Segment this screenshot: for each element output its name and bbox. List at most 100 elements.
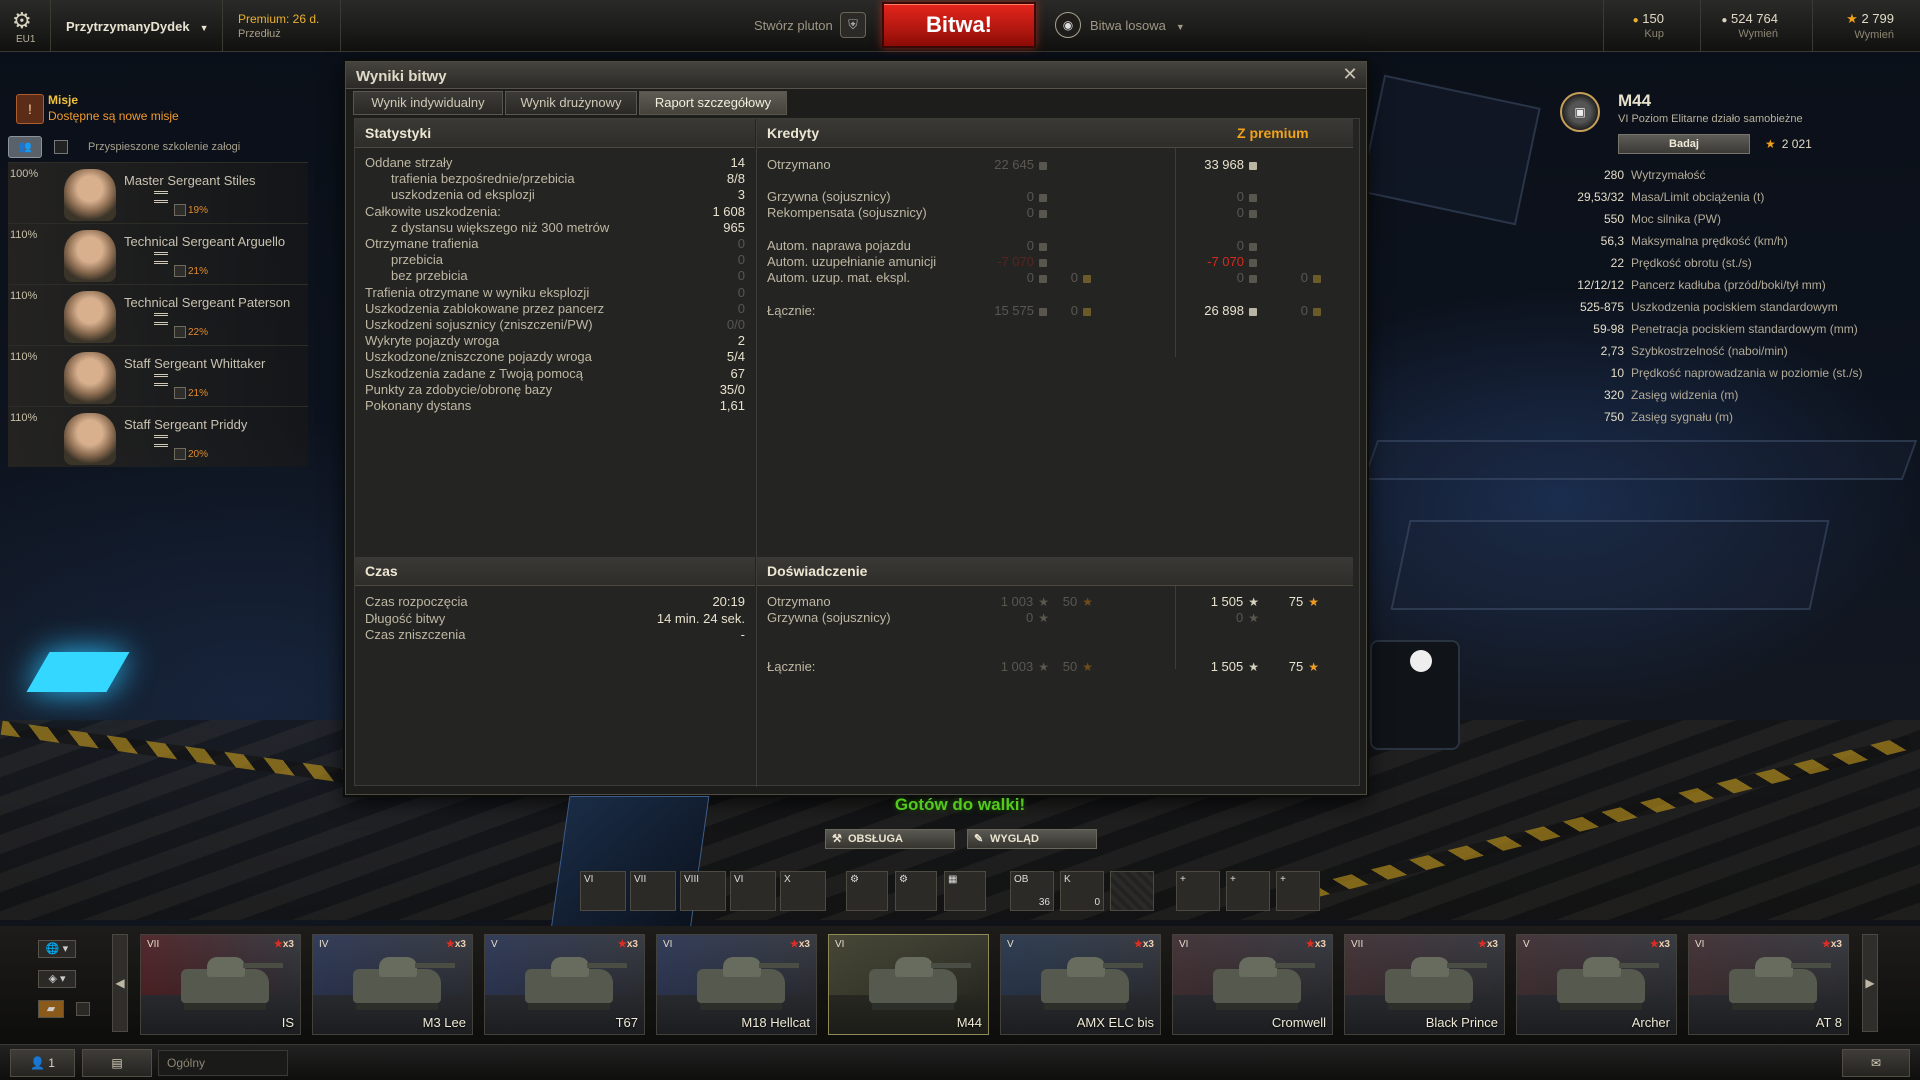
time-row-label: Czas rozpoczęcia — [365, 594, 468, 609]
credits-icon — [1249, 209, 1257, 218]
platoon-icon[interactable]: ⛨ — [840, 12, 866, 38]
equipment-slot[interactable]: ⚙ — [895, 871, 937, 911]
stat-row-label: Punkty za zdobycie/obronę bazy — [365, 381, 553, 397]
stat-row-value: 5/4 — [726, 349, 745, 365]
module-slot[interactable]: VII — [630, 871, 676, 911]
crew-member[interactable]: 100% Master Sergeant Stiles 19% — [8, 162, 308, 223]
appearance-button[interactable]: ✎ WYGLĄD — [967, 829, 1097, 849]
player-name-dropdown[interactable]: PrzytrzymanyDydek ▼ — [66, 19, 208, 34]
module-slot[interactable]: X — [780, 871, 826, 911]
tank-card[interactable]: IV ★x3 M3 Lee — [312, 934, 473, 1035]
credits-exchange-label: Wymień — [1738, 28, 1778, 40]
tank-card[interactable]: V ★x3 Archer — [1516, 934, 1677, 1035]
multiplier-star-icon: ★ — [1649, 939, 1659, 950]
module-slot[interactable]: VIII — [680, 871, 726, 911]
battle-button[interactable]: Bitwa! — [882, 2, 1036, 48]
tank-card[interactable]: V ★x3 AMX ELC bis — [1000, 934, 1161, 1035]
nation-filter-dropdown[interactable]: 🌐 ▾ — [38, 940, 76, 958]
filter-checkbox[interactable] — [76, 1002, 90, 1016]
crew-group-icon[interactable]: 👥 — [8, 136, 42, 158]
free-xp-star-icon: ★ — [1846, 11, 1858, 26]
tab-detailed-report[interactable]: Raport szczegółowy — [639, 91, 787, 115]
ammo-slot-empty[interactable] — [1110, 871, 1154, 911]
module-slot[interactable]: VI — [580, 871, 626, 911]
bonus-icon — [1313, 274, 1321, 283]
credit-base-value: 0 — [957, 205, 1047, 220]
skill-icon — [174, 204, 186, 216]
tank-name: Black Prince — [1425, 1015, 1498, 1030]
consumable-slot[interactable]: + — [1276, 871, 1320, 911]
bonus-icon — [1083, 274, 1091, 283]
consumable-slot[interactable]: + — [1226, 871, 1270, 911]
tab-individual[interactable]: Wynik indywidualny — [353, 91, 503, 115]
stat-row-label: Uszkodzenia zadane z Twoją pomocą — [365, 365, 583, 381]
service-button[interactable]: ⚒ OBSŁUGA — [825, 829, 955, 849]
stat-row-label: z dystansu większego niż 300 metrów — [391, 219, 610, 235]
ammo-slot-he[interactable]: OB 36 — [1010, 871, 1054, 911]
research-button[interactable]: Badaj — [1618, 134, 1750, 154]
type-filter-dropdown[interactable]: ◈ ▾ — [38, 970, 76, 988]
friends-button[interactable]: 👤 1 — [10, 1049, 75, 1077]
close-icon[interactable]: ✕ — [1340, 64, 1360, 84]
credits-balance[interactable]: ● 524 764 Wymień — [1708, 11, 1778, 40]
vehicle-name: M44 — [1618, 91, 1652, 110]
battle-mode-icon[interactable]: ◉ — [1055, 12, 1081, 38]
tank-card[interactable]: VI ★x3 M18 Hellcat — [656, 934, 817, 1035]
credits-icon — [1249, 193, 1257, 202]
experience-row-label: Łącznie: — [767, 659, 816, 674]
premium-filter-icon[interactable]: ▰ — [38, 1000, 64, 1018]
crew-member[interactable]: 110% Staff Sergeant Whittaker 21% — [8, 345, 308, 406]
credits-icon — [1249, 274, 1257, 283]
chat-button[interactable]: ▤ — [82, 1049, 152, 1077]
tank-card[interactable]: VI ★x3 Cromwell — [1172, 934, 1333, 1035]
chevron-down-icon: ▼ — [1175, 22, 1185, 32]
credits-icon — [1249, 242, 1257, 251]
tank-card[interactable]: VI M44 — [828, 934, 989, 1035]
tank-gun — [415, 963, 455, 968]
credits-icon — [1039, 209, 1047, 218]
equipment-slot[interactable]: ▦ — [944, 871, 986, 911]
free-xp-balance[interactable]: ★ 2 799 Wymień — [1822, 11, 1894, 41]
carousel-left-arrow[interactable]: ◀ — [112, 934, 128, 1032]
consumable-slot[interactable]: + — [1176, 871, 1220, 911]
tank-card[interactable]: V ★x3 T67 — [484, 934, 645, 1035]
premium-extend-link[interactable]: Przedłuż — [238, 28, 281, 40]
equipment-slot[interactable]: ⚙ — [846, 871, 888, 911]
notifications-button[interactable]: ✉ — [1842, 1049, 1910, 1077]
bonus-icon — [1083, 307, 1091, 316]
credit-bonus-value: 0 — [1047, 303, 1091, 318]
carousel-right-arrow[interactable]: ▶ — [1862, 934, 1878, 1032]
crew-member[interactable]: 110% Staff Sergeant Priddy 20% — [8, 406, 308, 467]
stat-value: 59-98 — [1593, 322, 1624, 336]
stat-label: Prędkość naprowadzania w poziomie (st./s… — [1631, 366, 1863, 380]
settings-gear-icon[interactable]: ⚙ — [12, 8, 32, 34]
tank-card[interactable]: VII ★x3 Black Prince — [1344, 934, 1505, 1035]
stat-label: Uszkodzenia pociskiem standardowym — [1631, 300, 1838, 314]
stat-row-value: 2 — [737, 333, 745, 349]
battle-mode-dropdown[interactable]: Bitwa losowa ▼ — [1090, 18, 1185, 33]
credits-icon — [1249, 258, 1257, 267]
tank-card[interactable]: VI ★x3 AT 8 — [1688, 934, 1849, 1035]
tank-turret — [1067, 957, 1105, 977]
multiplier-star-icon: ★ — [789, 939, 799, 950]
crew-member[interactable]: 110% Technical Sergeant Paterson 22% — [8, 284, 308, 345]
server-label: EU1 — [16, 34, 36, 45]
credits-icon — [1039, 242, 1047, 251]
credit-base-value: 0 — [957, 238, 1047, 253]
create-platoon-button[interactable]: Stwórz pluton — [754, 18, 833, 33]
tank-name: M44 — [956, 1015, 982, 1030]
window-header[interactable]: Wyniki bitwy ✕ — [346, 62, 1366, 89]
tank-tier: VI — [663, 939, 673, 950]
vehicle-stat-row: 59-98 Penetracja pociskiem standardowym (… — [1558, 322, 1918, 344]
gold-balance[interactable]: ● 150 Kup — [1614, 11, 1664, 40]
chat-channel-input[interactable]: Ogólny — [158, 1050, 288, 1076]
module-slot[interactable]: VI — [730, 871, 776, 911]
stat-value: 29,53/32 — [1577, 190, 1624, 204]
accelerated-training-checkbox[interactable] — [54, 140, 68, 154]
crew-member[interactable]: 110% Technical Sergeant Arguello 21% — [8, 223, 308, 284]
free-xp-base-value: 50 ★ — [1062, 659, 1093, 674]
tank-card[interactable]: VII ★x3 IS — [140, 934, 301, 1035]
missions-widget[interactable]: ! Misje Dostępne są nowe misje — [10, 90, 310, 130]
ammo-slot-k[interactable]: K0 — [1060, 871, 1104, 911]
tab-team[interactable]: Wynik drużynowy — [505, 91, 637, 115]
